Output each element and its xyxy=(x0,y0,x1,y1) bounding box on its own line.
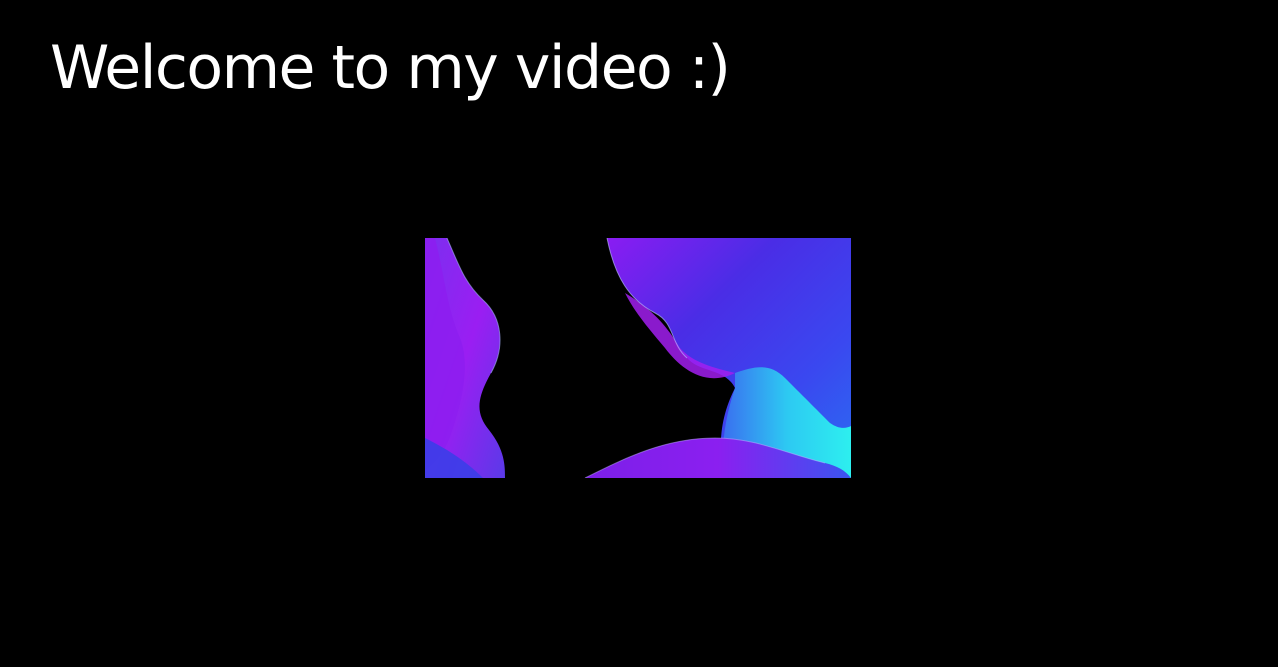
slide: Welcome to my video :) xyxy=(0,0,1278,667)
abstract-wave-artwork xyxy=(425,238,851,478)
slide-title: Welcome to my video :) xyxy=(50,33,731,103)
video-thumbnail[interactable] xyxy=(425,238,851,478)
